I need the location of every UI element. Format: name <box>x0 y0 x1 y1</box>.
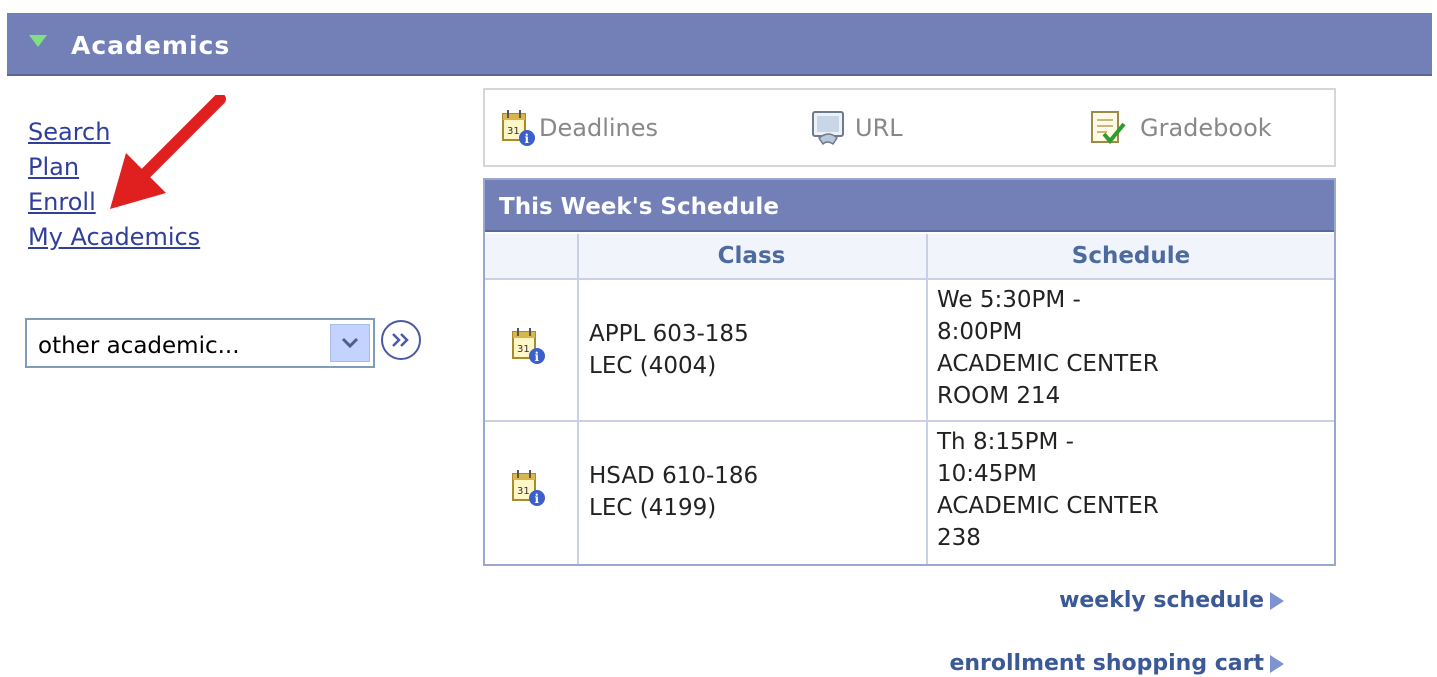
gradebook-icon <box>1091 110 1126 144</box>
dropdown-chevron-icon[interactable] <box>330 324 370 362</box>
svg-text:31: 31 <box>507 126 520 137</box>
go-arrow-icon[interactable] <box>381 320 421 360</box>
weekly-schedule-label: weekly schedule <box>1059 588 1264 613</box>
class-code: HSAD 610-186 <box>589 463 759 489</box>
nav-link-search[interactable]: Search <box>28 118 110 146</box>
weekly-schedule-link[interactable]: weekly schedule <box>1059 588 1284 613</box>
play-arrow-icon <box>1270 592 1284 610</box>
deadlines-label: Deadlines <box>539 113 659 142</box>
schedule-building: ACADEMIC CENTER <box>937 493 1159 519</box>
column-divider <box>926 234 928 564</box>
weekly-schedule-table: This Week's Schedule Class Schedule 31 i… <box>483 178 1336 566</box>
shopping-cart-label: enrollment shopping cart <box>949 651 1264 676</box>
calendar-info-icon[interactable]: 31 i <box>511 326 551 366</box>
schedule-time: We 5:30PM - <box>937 287 1081 313</box>
class-section: LEC (4199) <box>589 495 717 521</box>
column-header-icon <box>485 234 577 278</box>
section-title: Academics <box>71 31 231 60</box>
academics-section-header[interactable]: Academics <box>7 13 1432 76</box>
schedule-room: 238 <box>937 525 981 551</box>
select-value: other academic... <box>38 333 240 359</box>
shopping-cart-link[interactable]: enrollment shopping cart <box>949 651 1284 676</box>
class-code: APPL 603-185 <box>589 321 749 347</box>
schedule-title: This Week's Schedule <box>485 180 1334 232</box>
annotation-arrow <box>110 95 226 209</box>
schedule-time-end: 10:45PM <box>937 461 1037 487</box>
calendar-info-icon[interactable]: 31 i <box>511 468 551 508</box>
schedule-time-end: 8:00PM <box>937 319 1023 345</box>
play-arrow-icon <box>1270 655 1284 673</box>
url-button[interactable]: URL <box>809 90 903 165</box>
svg-text:i: i <box>535 350 540 364</box>
row-divider <box>485 278 1334 280</box>
collapse-triangle-icon[interactable] <box>29 35 47 47</box>
calendar-info-icon: 31 i <box>502 109 535 146</box>
nav-link-my-academics[interactable]: My Academics <box>28 223 200 251</box>
url-icon <box>812 110 844 145</box>
schedule-room: ROOM 214 <box>937 383 1061 409</box>
svg-text:i: i <box>535 492 540 506</box>
nav-link-enroll[interactable]: Enroll <box>28 188 96 216</box>
column-header-class: Class <box>577 234 926 278</box>
schedule-cell: We 5:30PM - 8:00PM ACADEMIC CENTER ROOM … <box>937 284 1159 412</box>
svg-text:31: 31 <box>517 486 530 497</box>
svg-text:31: 31 <box>517 344 530 355</box>
schedule-building: ACADEMIC CENTER <box>937 351 1159 377</box>
svg-text:i: i <box>525 132 530 146</box>
deadlines-button[interactable]: 31 i Deadlines <box>501 90 658 165</box>
class-cell: HSAD 610-186 LEC (4199) <box>589 460 758 524</box>
class-section: LEC (4004) <box>589 353 717 379</box>
column-header-schedule: Schedule <box>928 234 1334 278</box>
gradebook-button[interactable]: Gradebook <box>1088 90 1272 165</box>
schedule-cell: Th 8:15PM - 10:45PM ACADEMIC CENTER 238 <box>937 426 1159 554</box>
class-cell: APPL 603-185 LEC (4004) <box>589 318 749 382</box>
schedule-time: Th 8:15PM - <box>937 429 1074 455</box>
url-label: URL <box>855 113 903 142</box>
column-divider <box>577 234 579 564</box>
other-academic-select[interactable]: other academic... <box>25 318 375 368</box>
gradebook-label: Gradebook <box>1140 113 1272 142</box>
row-divider <box>485 420 1334 422</box>
nav-link-plan[interactable]: Plan <box>28 153 79 181</box>
academics-toolbar: 31 i Deadlines URL Gradebook <box>483 88 1336 167</box>
